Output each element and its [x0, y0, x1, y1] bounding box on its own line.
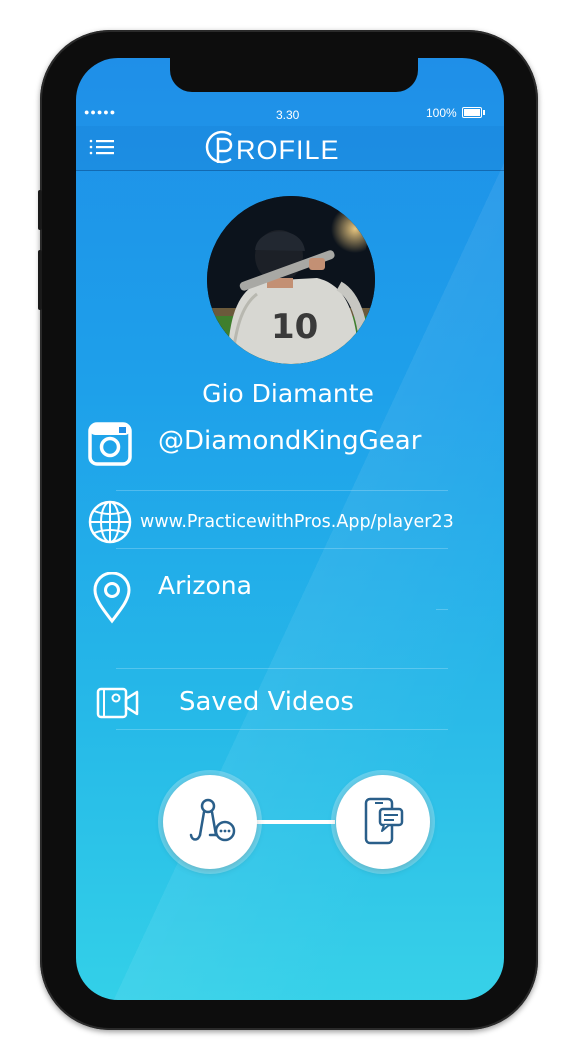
- instagram-icon: [88, 422, 132, 466]
- divider: [116, 548, 448, 549]
- divider: [116, 490, 448, 491]
- battery-percent: 100%: [426, 106, 457, 120]
- menu-icon[interactable]: [88, 136, 118, 158]
- phone-notch: [170, 58, 418, 92]
- profile-name: Gio Diamante: [202, 379, 374, 408]
- phone-side-button: [38, 190, 42, 230]
- page-title: ROFILE: [236, 135, 340, 165]
- location-text: Arizona: [158, 571, 252, 600]
- divider: [116, 729, 448, 730]
- map-pin-icon: [93, 572, 131, 624]
- instagram-handle[interactable]: @DiamondKingGear: [158, 426, 421, 456]
- jersey-number: 10: [271, 307, 318, 347]
- status-bar: ●●●●● 3.30 100%: [76, 100, 504, 126]
- avatar[interactable]: 10: [207, 196, 375, 364]
- player-photo: 10: [207, 196, 375, 364]
- connector-line: [255, 820, 335, 824]
- signal-indicator: ●●●●●: [84, 107, 117, 117]
- saved-videos-link[interactable]: Saved Videos: [179, 687, 354, 717]
- phone-message-icon: [364, 797, 404, 845]
- divider: [436, 609, 448, 610]
- website-link[interactable]: www.PracticewithPros.App/player23: [140, 512, 454, 532]
- divider: [116, 668, 448, 669]
- battery-icon: [462, 107, 485, 118]
- video-camera-icon: [96, 687, 139, 719]
- coach-chat-button[interactable]: [163, 775, 257, 869]
- phone-side-button: [38, 250, 42, 310]
- coach-chat-icon: [189, 798, 236, 842]
- app-header: ROFILE: [76, 126, 504, 171]
- status-time: 3.30: [276, 108, 300, 122]
- globe-icon: [88, 500, 132, 544]
- phone-message-button[interactable]: [336, 775, 430, 869]
